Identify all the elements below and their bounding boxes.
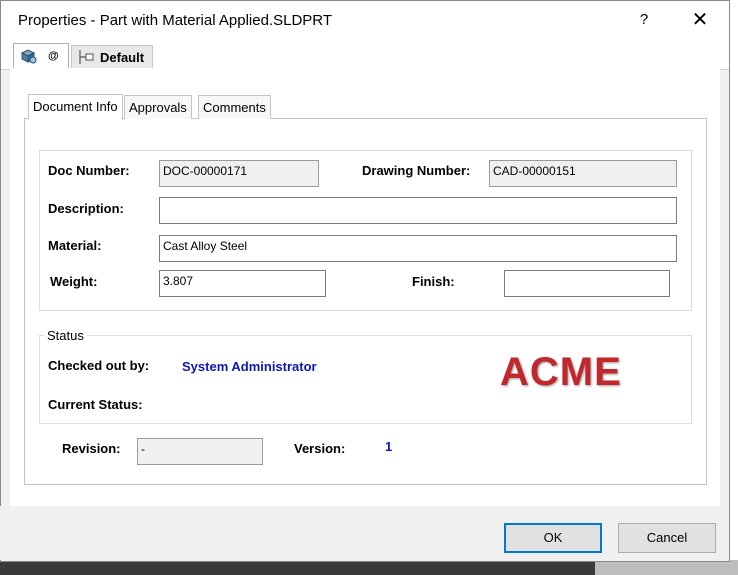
revision-field[interactable]: - — [137, 438, 263, 465]
weight-field[interactable]: 3.807 — [159, 270, 326, 297]
configuration-icon — [79, 50, 94, 64]
drawing-number-label: Drawing Number: — [362, 163, 471, 178]
finish-label: Finish: — [412, 274, 455, 289]
config-tab-label: @ — [48, 50, 59, 62]
tab-document-info[interactable]: Document Info — [28, 94, 123, 120]
doc-number-field[interactable]: DOC-00000171 — [159, 160, 319, 187]
configuration-tab-bar: @ Default — [1, 41, 729, 70]
version-label: Version: — [294, 441, 346, 456]
material-field[interactable]: Cast Alloy Steel — [159, 235, 677, 262]
ok-button[interactable]: OK — [504, 523, 602, 553]
window-title: Properties - Part with Material Applied.… — [18, 12, 333, 29]
doc-number-label: Doc Number: — [48, 163, 130, 178]
checked-out-by-value: System Administrator — [182, 359, 317, 374]
tab-configuration-default[interactable]: Default — [71, 45, 153, 69]
version-value: 1 — [385, 439, 393, 454]
tab-approvals[interactable]: Approvals — [124, 95, 192, 119]
weight-label: Weight: — [50, 274, 98, 289]
current-status-label: Current Status: — [48, 397, 143, 412]
config-tab-default-label: Default — [100, 50, 145, 65]
company-logo: ACME — [500, 350, 622, 394]
cancel-button[interactable]: Cancel — [618, 523, 716, 553]
revision-label: Revision: — [62, 441, 121, 456]
tab-comments[interactable]: Comments — [198, 95, 271, 119]
drawing-number-field[interactable]: CAD-00000151 — [489, 160, 677, 187]
material-label: Material: — [48, 238, 102, 253]
background-window-bottom-gray — [595, 560, 738, 575]
checked-out-label: Checked out by: — [48, 358, 150, 373]
background-window-edge — [730, 0, 738, 575]
close-button[interactable]: ✕ — [687, 9, 713, 31]
description-field[interactable] — [159, 197, 677, 224]
finish-field[interactable] — [504, 270, 670, 297]
help-button[interactable]: ? — [633, 9, 655, 31]
status-legend: Status — [44, 328, 87, 343]
title-bar[interactable]: Properties - Part with Material Applied.… — [1, 1, 729, 41]
description-label: Description: — [48, 201, 124, 216]
part-icon — [20, 49, 37, 64]
tab-custom-properties[interactable]: @ — [13, 43, 69, 69]
